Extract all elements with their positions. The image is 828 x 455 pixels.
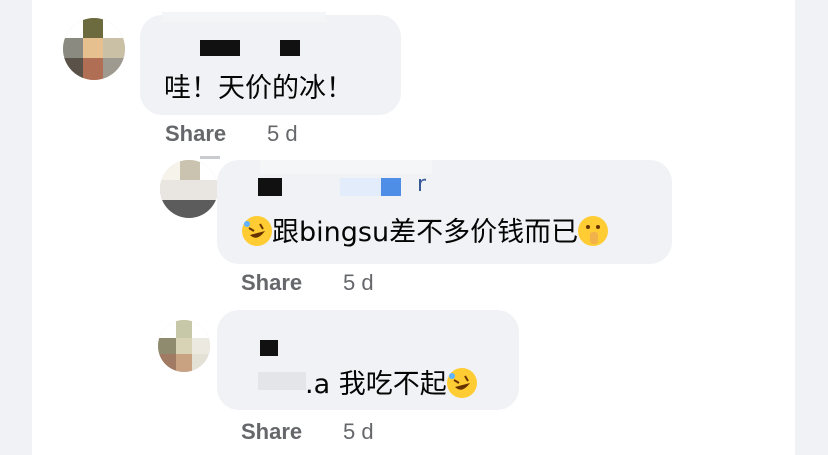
author-name-redaction: [280, 40, 300, 56]
share-button[interactable]: Share: [241, 419, 302, 445]
author-name-blurred: [381, 178, 401, 196]
comment-timestamp[interactable]: 5 d: [343, 270, 374, 296]
rolling-on-floor-laughing-icon: [242, 216, 272, 246]
author-name-blurred[interactable]: [260, 160, 432, 174]
avatar[interactable]: [158, 320, 210, 372]
author-name-blurred: [258, 372, 306, 390]
comment-timestamp[interactable]: 5 d: [267, 121, 298, 147]
share-button[interactable]: Share: [165, 121, 226, 147]
author-name-blurred[interactable]: [162, 12, 326, 22]
author-name-redaction: [258, 178, 282, 196]
rolling-on-floor-laughing-icon: [446, 368, 477, 398]
comment-text-body: 跟bingsu差不多价钱而已: [272, 217, 579, 248]
thread-connector: [200, 156, 220, 159]
author-name-fragment: r: [417, 172, 427, 197]
comment-timestamp[interactable]: 5 d: [343, 419, 374, 445]
comment-text: 跟bingsu差不多价钱而已: [242, 210, 609, 249]
comment-text-body: .a 我吃不起: [305, 369, 447, 400]
avatar[interactable]: [63, 18, 125, 80]
share-button[interactable]: Share: [241, 270, 302, 296]
author-name-redaction: [200, 40, 240, 56]
comment-text: .a 我吃不起: [305, 362, 477, 401]
comment-text: 哇！天价的冰！: [164, 73, 353, 104]
author-name-redaction: [260, 340, 278, 356]
avatar[interactable]: [160, 160, 218, 218]
face-with-hand-over-mouth-icon: [578, 216, 609, 246]
